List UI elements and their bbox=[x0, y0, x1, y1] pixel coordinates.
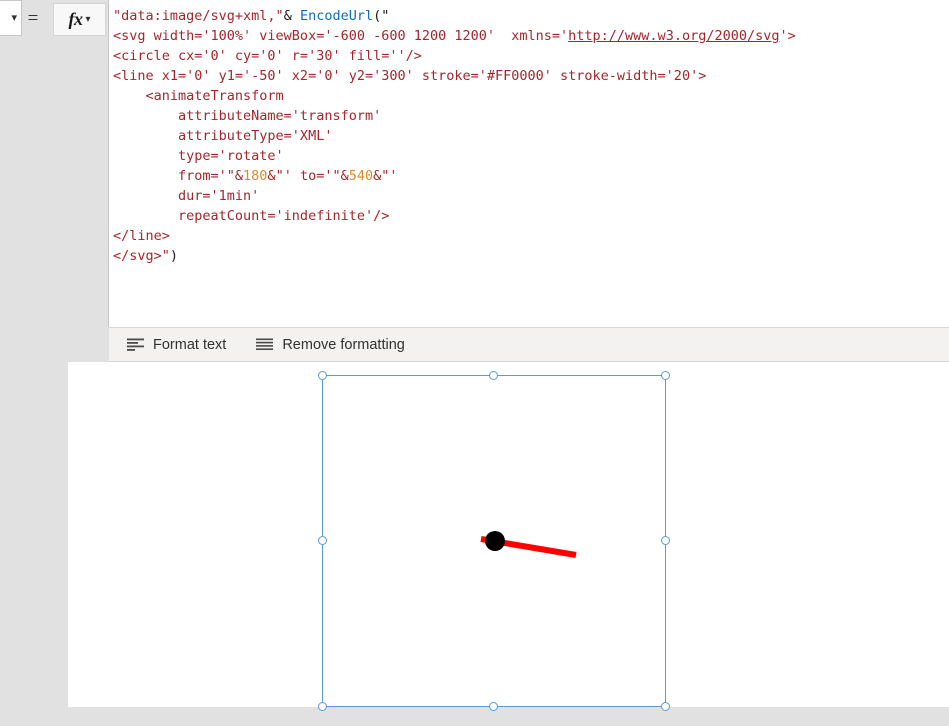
code-token-str: <svg width='100%' viewBox='-600 -600 120… bbox=[113, 28, 569, 44]
clock-hand-svg bbox=[480, 531, 577, 558]
selected-image-control[interactable] bbox=[318, 371, 670, 711]
format-toolbar-gutter bbox=[0, 327, 109, 362]
formula-line: dur='1min' bbox=[113, 186, 949, 206]
code-token-str: </line> bbox=[113, 228, 170, 244]
resize-handle-bottom-left[interactable] bbox=[318, 702, 327, 711]
formula-line: </line> bbox=[113, 226, 949, 246]
power-apps-editor: ▾ = fx ▾ "data:image/svg+xml,"& EncodeUr… bbox=[0, 0, 949, 726]
code-token-num: 540 bbox=[348, 168, 374, 184]
fx-label: fx bbox=[68, 9, 83, 29]
formula-line: <animateTransform bbox=[113, 86, 949, 106]
code-token-op: & bbox=[283, 8, 300, 24]
formula-bar: ▾ = fx ▾ "data:image/svg+xml,"& EncodeUr… bbox=[0, 0, 949, 327]
clock-hand-line bbox=[480, 536, 577, 558]
resize-handle-bottom-right[interactable] bbox=[661, 702, 670, 711]
formula-line: <svg width='100%' viewBox='-600 -600 120… bbox=[113, 26, 949, 46]
formula-line: <circle cx='0' cy='0' r='30' fill=''/> bbox=[113, 46, 949, 66]
resize-handle-middle-left[interactable] bbox=[318, 536, 327, 545]
code-token-str: </svg>" bbox=[113, 248, 170, 264]
code-token-str: <circle cx='0' cy='0' r='30' fill=''/> bbox=[113, 48, 422, 64]
resize-handle-middle-right[interactable] bbox=[661, 536, 670, 545]
code-token-str: "data:image/svg+xml," bbox=[113, 8, 284, 24]
remove-formatting-label: Remove formatting bbox=[282, 336, 405, 353]
equals-sign: = bbox=[27, 8, 39, 29]
formula-line: type='rotate' bbox=[113, 146, 949, 166]
format-text-label: Format text bbox=[153, 336, 227, 353]
code-token-str: type='rotate' bbox=[113, 148, 284, 164]
code-token-link[interactable]: http://www.w3.org/2000/svg bbox=[568, 28, 779, 44]
code-token-str: &"' to='"& bbox=[267, 168, 349, 184]
formula-line: <line x1='0' y1='-50' x2='0' y2='300' st… bbox=[113, 66, 949, 86]
formula-code-editor[interactable]: "data:image/svg+xml,"& EncodeUrl(" <svg w… bbox=[109, 0, 949, 327]
lines-icon bbox=[256, 338, 274, 351]
align-left-icon bbox=[127, 338, 144, 351]
code-token-str: dur='1min' bbox=[113, 188, 260, 204]
format-toolbar: Format text Remove formatting bbox=[109, 327, 949, 362]
code-token-str: attributeName='transform' bbox=[113, 108, 382, 124]
formula-line: attributeName='transform' bbox=[113, 106, 949, 126]
remove-formatting-button[interactable]: Remove formatting bbox=[253, 331, 408, 359]
chevron-down-icon: ▾ bbox=[11, 11, 17, 24]
code-token-str: from='"& bbox=[113, 168, 244, 184]
formula-line: attributeType='XML' bbox=[113, 126, 949, 146]
formula-line: from='"&180&"' to='"&540&"' bbox=[113, 166, 949, 186]
fx-button[interactable]: fx ▾ bbox=[53, 3, 106, 36]
formula-bar-gutter: ▾ = fx ▾ bbox=[0, 0, 109, 327]
code-token-str: attributeType='XML' bbox=[113, 128, 333, 144]
resize-handle-top-right[interactable] bbox=[661, 371, 670, 380]
format-text-button[interactable]: Format text bbox=[124, 331, 229, 359]
code-token-str: &"' bbox=[373, 168, 398, 184]
formula-line: </svg>") bbox=[113, 246, 949, 266]
formula-line: repeatCount='indefinite'/> bbox=[113, 206, 949, 226]
code-token-str: <line x1='0' y1='-50' x2='0' y2='300' st… bbox=[113, 68, 707, 84]
chevron-down-icon: ▾ bbox=[85, 14, 91, 25]
resize-handle-bottom-center[interactable] bbox=[489, 702, 498, 711]
resize-handle-top-left[interactable] bbox=[318, 371, 327, 380]
code-token-num: 180 bbox=[243, 168, 268, 184]
code-token-str: <animateTransform bbox=[113, 88, 284, 104]
clock-center-circle bbox=[485, 531, 505, 551]
code-token-str: repeatCount='indefinite'/> bbox=[113, 208, 390, 224]
code-token-op: (" bbox=[373, 8, 390, 24]
formula-line: "data:image/svg+xml,"& EncodeUrl(" bbox=[113, 6, 949, 26]
resize-handle-top-center[interactable] bbox=[489, 371, 498, 380]
code-token-fn: EncodeUrl bbox=[299, 8, 374, 24]
code-token-op: ) bbox=[169, 248, 179, 264]
property-dropdown[interactable]: ▾ bbox=[0, 0, 22, 36]
code-token-str: '> bbox=[779, 28, 796, 44]
